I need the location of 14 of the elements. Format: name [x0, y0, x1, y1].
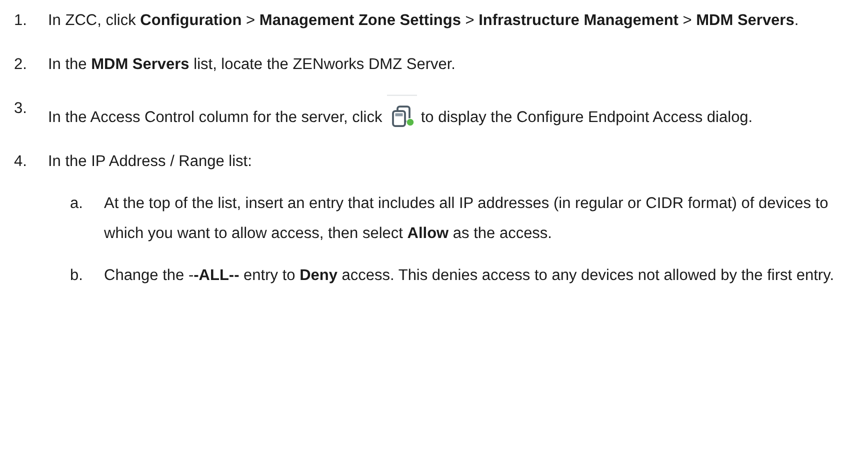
- substep-text: Change the --ALL-- entry to Deny access. This denies access to any devices not allowed by the first entry.: [104, 266, 835, 286]
- substep-text: At the top of the list, insert an entry that includes all IP addresses (in regular or CIDR format) of devices to which you want to allow access, then select Allow as the access.: [104, 194, 830, 244]
- endpoint-access-icon: [386, 94, 417, 128]
- substep-letter: b.: [70, 266, 84, 286]
- step-number: 2.: [14, 55, 28, 75]
- step-number: 1.: [14, 11, 28, 31]
- step-text: In the IP Address / Range list:: [48, 152, 253, 172]
- step-text: to display the Configure Endpoint Access dialog.: [420, 109, 753, 126]
- step-text: In ZCC, click Configuration > Management Zone Settings > Infrastructure Management > MDM Servers.: [48, 11, 800, 31]
- step-number: 3.: [14, 99, 28, 119]
- step-text: In the Access Control column for the server, click: [48, 109, 382, 126]
- substep-letter: a.: [70, 194, 84, 214]
- step-number: 4.: [14, 152, 28, 172]
- step-text: In the MDM Servers list, locate the ZENworks DMZ Server.: [48, 55, 456, 75]
